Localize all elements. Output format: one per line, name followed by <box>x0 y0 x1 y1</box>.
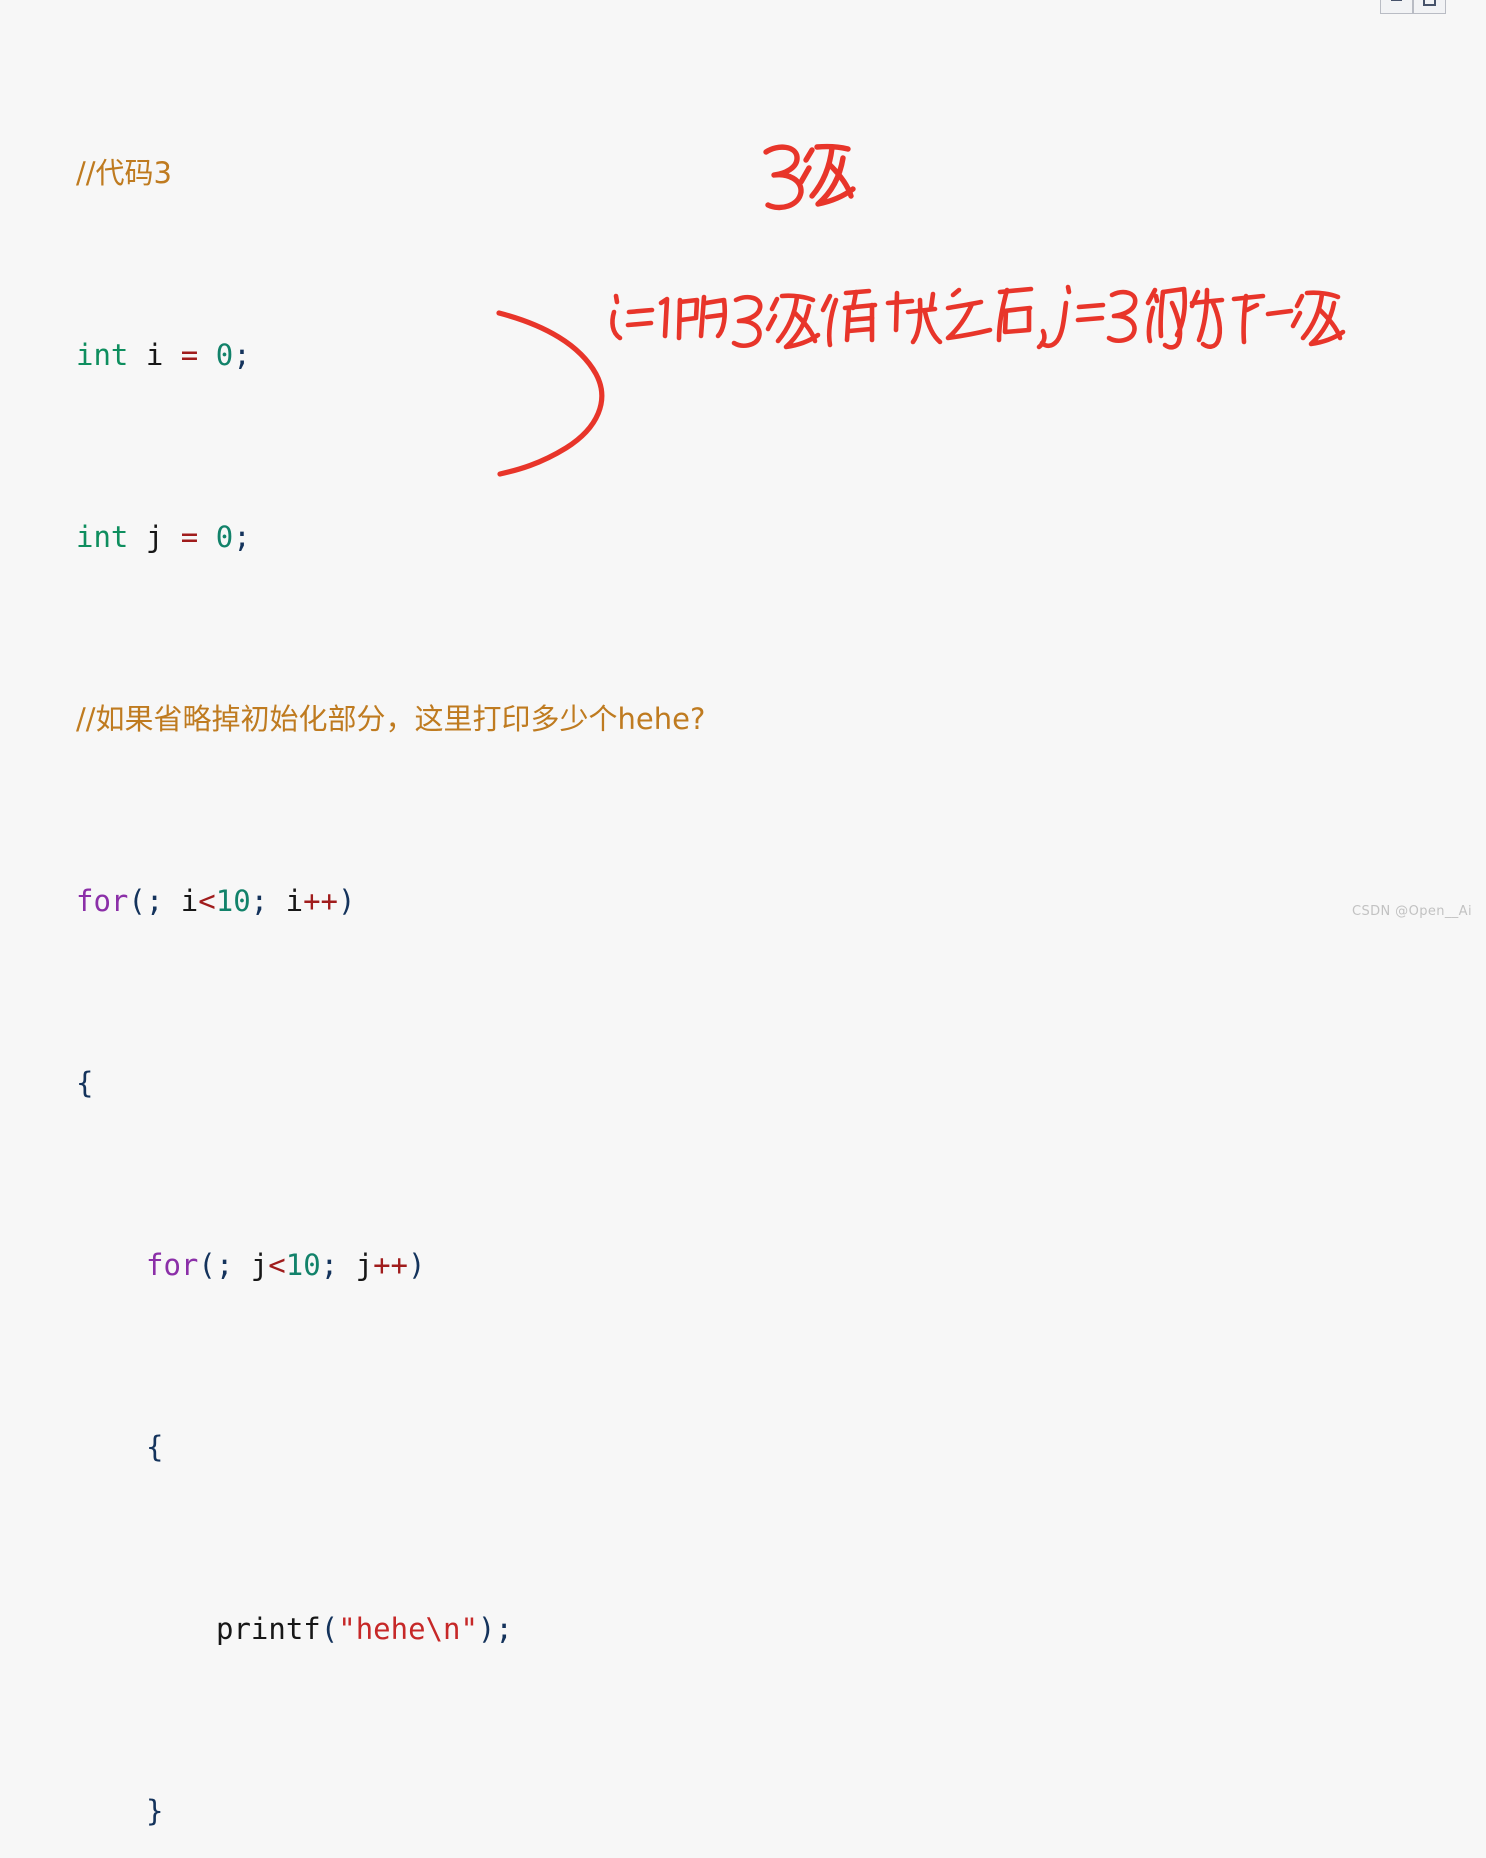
semicolon: ; <box>250 883 269 918</box>
code-line: { <box>0 1061 1486 1107</box>
code-line: printf("hehe\n"); <box>216 1611 513 1646</box>
semicolon: ; <box>233 519 251 554</box>
identifier-i: i <box>285 883 304 918</box>
code-line: int j = 0; <box>0 515 1486 561</box>
semicolon: ; <box>233 337 251 372</box>
number-ten: 10 <box>285 1247 321 1282</box>
identifier-j: j <box>145 519 164 554</box>
identifier-i: i <box>145 337 164 372</box>
comment-code3: //代码3 <box>76 155 172 190</box>
semicolon: ; <box>495 1611 513 1646</box>
string-hehe: "hehe\n" <box>338 1611 478 1646</box>
number-zero: 0 <box>215 519 234 554</box>
semicolon: ; <box>145 883 164 918</box>
operator-lt: < <box>198 883 216 918</box>
comment-question: //如果省略掉初始化部分，这里打印多少个hehe? <box>76 701 706 736</box>
code-line: for(; i<10; i++) <box>76 883 356 918</box>
operator-assign: = <box>180 337 199 372</box>
number-ten: 10 <box>215 883 251 918</box>
keyword-int: int <box>76 519 129 554</box>
code-line: //如果省略掉初始化部分，这里打印多少个hehe? <box>0 697 1486 743</box>
function-printf: printf <box>216 1611 321 1646</box>
code-line: for(; j<10; j++) <box>146 1247 426 1282</box>
keyword-for: for <box>146 1247 199 1282</box>
brace-open: { <box>76 1065 94 1100</box>
csdn-watermark: CSDN @Open__Ai <box>1351 904 1472 919</box>
brace-open: { <box>146 1429 164 1464</box>
code-line: { <box>0 1425 1486 1471</box>
semicolon: ; <box>320 1247 339 1282</box>
operator-assign: = <box>180 519 199 554</box>
operator-increment: ++ <box>303 883 338 918</box>
semicolon: ; <box>215 1247 234 1282</box>
identifier-j: j <box>355 1247 374 1282</box>
number-zero: 0 <box>215 337 234 372</box>
code-line: } <box>0 1789 1486 1835</box>
operator-lt: < <box>268 1247 286 1282</box>
operator-increment: ++ <box>373 1247 408 1282</box>
identifier-i: i <box>180 883 199 918</box>
brace-close: } <box>146 1793 164 1828</box>
code-line: int i = 0; <box>0 333 1486 379</box>
code-block[interactable]: //代码3 int i = 0; int j = 0; //如果省略掉初始化部分… <box>0 0 1486 1858</box>
keyword-for: for <box>76 883 129 918</box>
keyword-int: int <box>76 337 129 372</box>
code-line: //代码3 <box>0 151 1486 197</box>
identifier-j: j <box>250 1247 269 1282</box>
